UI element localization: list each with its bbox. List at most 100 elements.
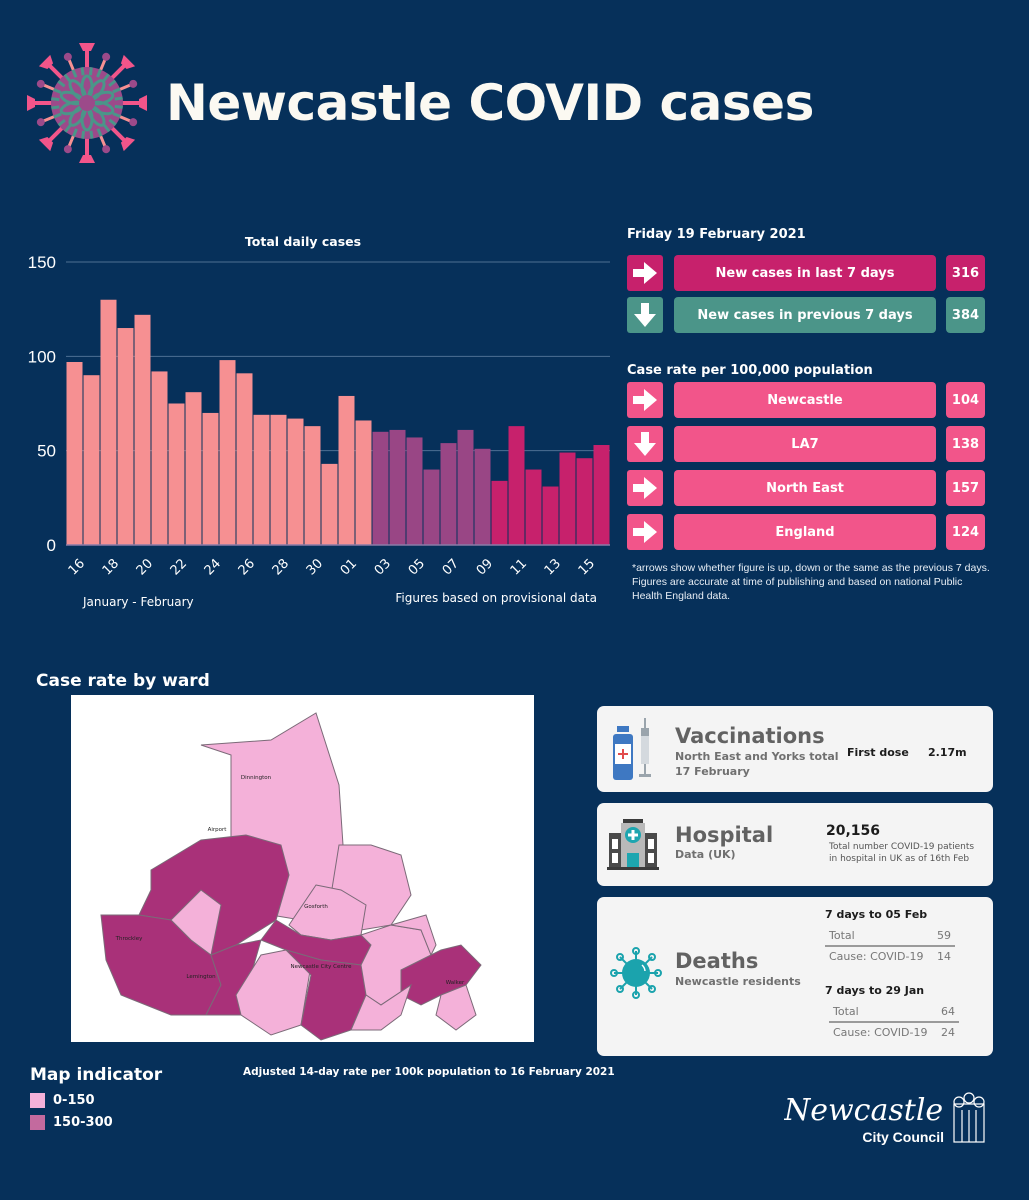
y-tick-label: 0 bbox=[47, 536, 56, 555]
new-cases-row-2: New cases in previous 7 days 384 bbox=[627, 297, 985, 333]
bar bbox=[593, 445, 610, 545]
hospital-patients-value: 20,156 bbox=[826, 823, 881, 839]
total-label: Total bbox=[833, 1005, 859, 1018]
first-dose-value: 2.17m bbox=[928, 746, 967, 759]
deaths-period-1-cause-row: Cause: COVID-19 14 bbox=[825, 947, 955, 966]
bar bbox=[168, 403, 185, 545]
x-tick-label: 24 bbox=[202, 556, 224, 578]
page-title: Newcastle COVID cases bbox=[166, 74, 814, 132]
logo-main-text: Newcastle bbox=[784, 1093, 943, 1128]
x-tick-label: 30 bbox=[304, 556, 326, 578]
bar bbox=[151, 371, 168, 545]
cause-label: Cause: COVID-19 bbox=[833, 1026, 928, 1039]
bar bbox=[525, 469, 542, 545]
bar bbox=[491, 480, 508, 545]
legend-label-low: 0-150 bbox=[53, 1092, 95, 1108]
x-tick-label: 16 bbox=[66, 556, 88, 578]
case-rate-row-newcastle-value: 104 bbox=[946, 382, 985, 418]
bar bbox=[236, 373, 253, 545]
virus-deaths-icon bbox=[610, 947, 662, 999]
map-heading: Case rate by ward bbox=[36, 671, 210, 691]
bar bbox=[559, 452, 576, 545]
case-rate-row-la7-label: LA7 bbox=[674, 426, 936, 462]
deaths-title: Deaths bbox=[675, 949, 759, 973]
vaccinations-card: Vaccinations North East and Yorks total … bbox=[597, 706, 993, 792]
vaccinations-region: North East and Yorks total bbox=[675, 750, 839, 763]
bar bbox=[270, 414, 287, 545]
bar bbox=[321, 463, 338, 545]
hospital-subtitle: Data (UK) bbox=[675, 848, 736, 861]
bar bbox=[542, 486, 559, 545]
cause-label: Cause: COVID-19 bbox=[829, 950, 924, 963]
legend-swatch-low bbox=[30, 1092, 45, 1108]
bar bbox=[83, 375, 100, 545]
bar bbox=[389, 429, 406, 545]
right-arrow-icon bbox=[627, 255, 663, 291]
council-logo: Newcastle City Council bbox=[784, 1092, 985, 1145]
case-rate-row-la7-value: 138 bbox=[946, 426, 985, 462]
chart-note: Figures based on provisional data bbox=[395, 591, 597, 605]
x-tick-label: 28 bbox=[270, 556, 292, 578]
case-rate-row-england-label: England bbox=[674, 514, 936, 550]
down-arrow-icon bbox=[627, 426, 663, 462]
daily-cases-chart: Total daily cases 050100150 16 18 20 22 24 26… bbox=[28, 234, 610, 609]
deaths-card: Deaths Newcastle residents 7 days to 05 … bbox=[597, 897, 993, 1056]
bar bbox=[338, 395, 355, 545]
x-tick-label: 15 bbox=[576, 556, 598, 578]
bar bbox=[117, 328, 134, 545]
bar bbox=[508, 426, 525, 545]
ward-label: Gosforth bbox=[304, 904, 328, 910]
footnote: *arrows show whether figure is up, down … bbox=[632, 562, 990, 602]
bar bbox=[372, 431, 389, 545]
first-dose-label: First dose bbox=[847, 746, 909, 759]
map-caption: Adjusted 14-day rate per 100k population… bbox=[243, 1066, 615, 1078]
bar bbox=[66, 361, 83, 545]
x-tick-label: 11 bbox=[508, 556, 530, 578]
ward-label: Throckley bbox=[115, 936, 143, 942]
deaths-period-1-total-row: Total 59 bbox=[825, 926, 955, 947]
bar bbox=[474, 448, 491, 545]
bar bbox=[355, 420, 372, 545]
bar bbox=[185, 392, 202, 545]
x-axis-label: January - February bbox=[82, 595, 194, 609]
case-rate-row-north-east: North East 157 bbox=[627, 470, 985, 506]
hospital-icon bbox=[607, 819, 659, 870]
legend-item-high: 150-300 bbox=[30, 1114, 113, 1130]
deaths-period-2-heading: 7 days to 29 Jan bbox=[825, 984, 925, 997]
bar bbox=[304, 426, 321, 545]
x-tick-label: 20 bbox=[134, 556, 156, 578]
cause-value: 14 bbox=[937, 950, 951, 963]
legend-label-high: 150-300 bbox=[53, 1114, 113, 1130]
right-arrow-icon bbox=[627, 470, 663, 506]
bar bbox=[287, 418, 304, 545]
total-value: 59 bbox=[937, 929, 951, 942]
legend-swatch-high bbox=[30, 1114, 45, 1130]
case-rate-row-north-east-value: 157 bbox=[946, 470, 985, 506]
case-rate-row-england: England 124 bbox=[627, 514, 985, 550]
ward-label: Dinnington bbox=[241, 775, 272, 781]
logo-sub-text: City Council bbox=[862, 1129, 944, 1145]
vaccine-icon bbox=[613, 718, 651, 780]
bar bbox=[253, 414, 270, 545]
x-tick-label: 03 bbox=[372, 556, 394, 578]
ward-label: Walker bbox=[446, 980, 465, 986]
case-rate-row-newcastle: Newcastle 104 bbox=[627, 382, 985, 418]
bar bbox=[457, 429, 474, 545]
case-rate-row-la7: LA7 138 bbox=[627, 426, 985, 462]
new-cases-row-1-label: New cases in last 7 days bbox=[674, 255, 936, 291]
x-tick-label: 26 bbox=[236, 556, 258, 578]
deaths-period-2: 7 days to 29 Jan Total 64 Cause: COVID-1… bbox=[825, 984, 959, 1042]
legend-item-low: 0-150 bbox=[30, 1092, 95, 1108]
deaths-period-2-total-row: Total 64 bbox=[829, 1002, 959, 1023]
case-rate-row-england-value: 124 bbox=[946, 514, 985, 550]
total-label: Total bbox=[829, 929, 855, 942]
hospital-desc-1: Total number COVID-19 patients bbox=[829, 842, 975, 852]
new-cases-row-1-value: 316 bbox=[946, 255, 985, 291]
deaths-period-1-heading: 7 days to 05 Feb bbox=[825, 908, 928, 921]
new-cases-row-2-label: New cases in previous 7 days bbox=[674, 297, 936, 333]
legend-title: Map indicator bbox=[30, 1065, 163, 1085]
x-tick-label: 09 bbox=[474, 556, 496, 578]
new-cases-row-2-value: 384 bbox=[946, 297, 985, 333]
virus-icon bbox=[27, 43, 147, 163]
hospital-desc-2: in hospital in UK as of 16th Feb bbox=[829, 854, 970, 864]
